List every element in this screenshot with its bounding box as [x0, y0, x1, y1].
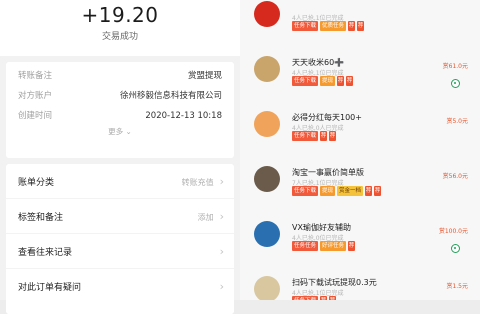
task-name: 必得分红每天100+ [292, 113, 362, 122]
task-tag: 荐 [320, 296, 328, 300]
task-tag: 任务下载 [292, 186, 319, 196]
task-reward: 赏1.5元 [446, 283, 468, 290]
amount-header: +19.20 交易成功 [0, 0, 240, 56]
task-tag: 荐 [357, 21, 365, 31]
transaction-detail-panel: +19.20 交易成功 转账备注 赏盟提现 对方账户 徐州移毅信息科技有限公司 … [0, 0, 240, 314]
task-tag: 荐 [346, 76, 354, 86]
task-tag: 荐 [348, 241, 356, 251]
task-tag: 赏金一档 [337, 186, 364, 196]
task-item[interactable]: 淘宝一事赢价简单版 7人已抢,1位已完成 任务下载 提现 赏金一档荐荐赏56.0元 [248, 161, 472, 216]
action-bill-category[interactable]: 账单分类 转账充值 › [6, 164, 234, 199]
avatar [254, 56, 280, 82]
task-reward: 赏61.0元 [442, 63, 468, 70]
action-tags-notes[interactable]: 标签和备注 添加 › [6, 199, 234, 234]
task-item[interactable]: VX瑜伽好友辅助 4人已抢,0位已完成 任务任务 好评任务荐赏100.0元 [248, 216, 472, 271]
task-reward: 赏100.0元 [438, 228, 468, 235]
detail-row-remark: 转账备注 赏盟提现 [18, 66, 222, 86]
chevron-right-icon: › [219, 244, 224, 258]
action-label: 账单分类 [18, 177, 55, 188]
task-tag: 荐 [329, 131, 337, 141]
task-list: 4人已抢,1位已完成 任务下载 优质任务荐荐天天收米60➕ 4人已抢,1位已完成 任务下… [248, 0, 472, 300]
action-view-history[interactable]: 查看往来记录 › [6, 234, 234, 269]
task-tags: 任务下载 提现 赏金一档荐荐 [292, 186, 382, 196]
verified-shield-icon [451, 79, 460, 88]
verified-shield-icon [451, 244, 460, 253]
task-tags: 任务下载荐荐 [292, 131, 337, 141]
task-tag: 荐 [365, 186, 373, 196]
task-tag: 荐 [374, 186, 382, 196]
task-tag: 任务任务 [292, 241, 319, 251]
task-tag: 任务下载 [292, 131, 319, 141]
avatar [254, 221, 280, 247]
action-label: 对此订单有疑问 [18, 282, 82, 293]
detail-key: 对方账户 [18, 91, 53, 101]
avatar [254, 111, 280, 137]
action-order-question[interactable]: 对此订单有疑问 › [6, 269, 234, 303]
task-tag: 荐 [348, 21, 356, 31]
transaction-details-card: 转账备注 赏盟提现 对方账户 徐州移毅信息科技有限公司 创建时间 2020-12… [6, 62, 234, 158]
action-label: 查看往来记录 [18, 247, 73, 258]
action-hint: 添加 [197, 212, 214, 222]
task-tags: 任务下载 优质任务荐荐 [292, 21, 365, 31]
task-name: VX瑜伽好友辅助 [292, 223, 351, 232]
task-item[interactable]: 天天收米60➕ 4人已抢,1位已完成 任务下载 提现荐荐赏61.0元 [248, 51, 472, 106]
avatar [254, 166, 280, 192]
task-item[interactable]: 扫码下载试玩提现0.3元4人已抢,1位已完成任务下载荐荐赏1.5元 [248, 271, 472, 300]
task-tag: 荐 [337, 76, 345, 86]
detail-value: 赏盟提现 [187, 71, 222, 81]
task-reward: 赏56.0元 [442, 173, 468, 180]
transaction-amount: +19.20 [81, 3, 159, 27]
task-tags: 任务任务 好评任务荐 [292, 241, 356, 251]
task-tag: 荐 [320, 131, 328, 141]
task-name: 天天收米60➕ [292, 58, 345, 67]
task-tag: 任务下载 [292, 21, 319, 31]
task-tag: 优质任务 [320, 21, 347, 31]
more-label: 更多 [108, 127, 124, 136]
avatar [254, 276, 280, 300]
task-tag: 提现 [320, 76, 336, 86]
detail-key: 创建时间 [18, 111, 53, 121]
chevron-right-icon: › [219, 279, 224, 293]
chevron-right-icon: › [219, 209, 224, 223]
task-reward: 赏5.0元 [446, 118, 468, 125]
chevron-right-icon: › [219, 174, 224, 188]
detail-key: 转账备注 [18, 71, 53, 81]
chevron-down-icon: ⌄ [125, 127, 132, 136]
task-name: 淘宝一事赢价简单版 [292, 168, 364, 177]
task-tag: 好评任务 [320, 241, 347, 251]
more-toggle[interactable]: 更多 ⌄ [18, 126, 222, 138]
detail-row-created-time: 创建时间 2020-12-13 10:18 [18, 106, 222, 126]
transaction-status: 交易成功 [101, 32, 138, 42]
detail-value: 2020-12-13 10:18 [145, 111, 222, 121]
detail-value: 徐州移毅信息科技有限公司 [119, 91, 222, 101]
task-tag: 任务下载 [292, 76, 319, 86]
task-tags: 任务下载 提现荐荐 [292, 76, 354, 86]
transaction-actions-card: 账单分类 转账充值 › 标签和备注 添加 › 查看往来记录 › 对此订单有疑问 › [6, 164, 234, 314]
task-item[interactable]: 4人已抢,1位已完成 任务下载 优质任务荐荐 [248, 0, 472, 51]
action-hint: 转账充值 [181, 177, 214, 187]
task-tag: 任务下载 [292, 296, 319, 300]
task-tags: 任务下载荐荐 [292, 296, 337, 300]
action-label: 标签和备注 [18, 212, 64, 223]
detail-row-counterparty: 对方账户 徐州移毅信息科技有限公司 [18, 86, 222, 106]
task-name: 扫码下载试玩提现0.3元 [292, 278, 377, 287]
task-item[interactable]: 必得分红每天100+ 4人已抢,0人已完成 任务下载荐荐赏5.0元 [248, 106, 472, 161]
task-list-panel: 4人已抢,1位已完成 任务下载 优质任务荐荐天天收米60➕ 4人已抢,1位已完成 任务下… [240, 0, 480, 300]
avatar [254, 1, 280, 27]
task-tag: 荐 [329, 296, 337, 300]
task-tag: 提现 [320, 186, 336, 196]
